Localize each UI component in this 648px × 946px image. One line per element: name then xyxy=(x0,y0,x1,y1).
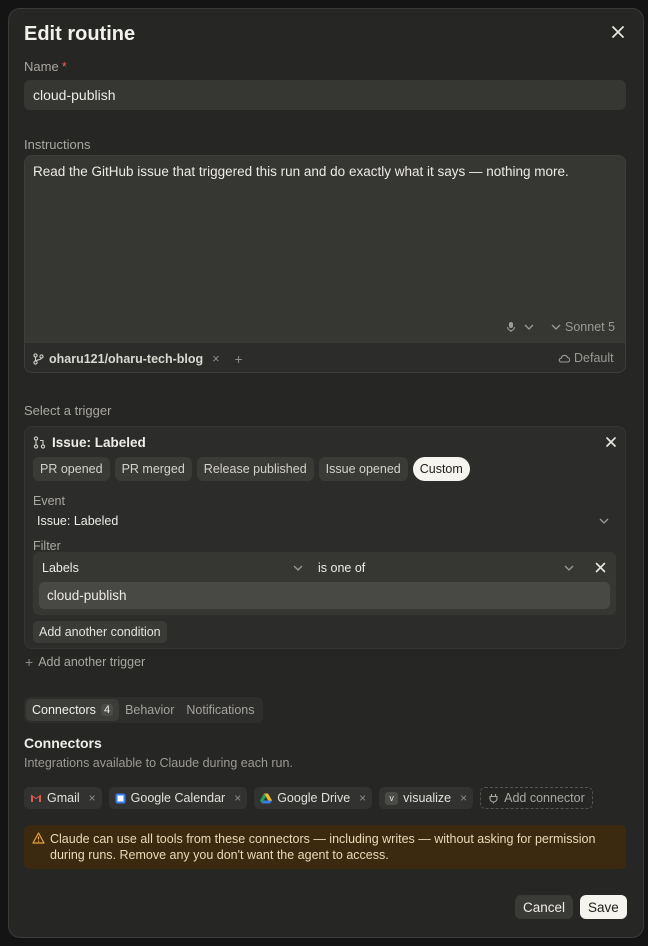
chevron-down-icon[interactable] xyxy=(523,321,535,333)
instructions-label: Instructions xyxy=(24,137,91,152)
connector-chip-gmail: Gmail × xyxy=(24,787,102,809)
warning-text: Claude can use all tools from these conn… xyxy=(50,832,596,862)
name-label-text: Name xyxy=(24,59,59,74)
tab-behavior[interactable]: Behavior xyxy=(119,699,180,721)
trigger-title: Issue: Labeled xyxy=(52,435,146,450)
condition-field-select[interactable]: Labels xyxy=(42,559,304,577)
chevron-down-icon xyxy=(599,518,609,524)
plug-icon xyxy=(489,793,498,803)
connector-name: Google Drive xyxy=(277,791,351,805)
cancel-button[interactable]: Cancel xyxy=(515,895,574,919)
add-repo-icon[interactable]: + xyxy=(235,351,243,367)
git-branch-icon xyxy=(33,353,44,365)
model-selector[interactable]: Sonnet 5 xyxy=(550,320,615,334)
event-select[interactable]: Issue: Labeled xyxy=(33,509,616,533)
connector-name: Gmail xyxy=(47,791,80,805)
connectors-count-badge: 4 xyxy=(100,704,114,716)
required-mark: * xyxy=(61,59,67,74)
remove-trigger-icon[interactable] xyxy=(605,436,617,448)
name-label: Name * xyxy=(24,59,67,74)
settings-tabs: Connectors 4 Behavior Notifications xyxy=(24,697,263,723)
instructions-text: Read the GitHub issue that triggered thi… xyxy=(33,164,569,179)
add-connector-label: Add connector xyxy=(504,791,585,805)
input-tools xyxy=(505,321,535,333)
connector-chip-visualize: v visualize × xyxy=(379,787,474,809)
instructions-field[interactable]: Read the GitHub issue that triggered thi… xyxy=(24,155,626,373)
trigger-header: Issue: Labeled xyxy=(33,435,146,450)
name-input[interactable]: cloud-publish xyxy=(24,80,626,110)
chevron-down-icon xyxy=(564,565,574,571)
connector-chip-google-calendar: Google Calendar × xyxy=(108,787,248,809)
add-connector-button[interactable]: Add connector xyxy=(480,787,593,809)
filter-label: Filter xyxy=(33,539,61,553)
trigger-card: Issue: Labeled PR opened PR merged Relea… xyxy=(24,426,626,649)
instructions-footer: oharu121/oharu-tech-blog × + Default xyxy=(25,342,625,372)
name-input-value: cloud-publish xyxy=(33,87,116,103)
event-value: Issue: Labeled xyxy=(37,514,119,528)
visualize-icon: v xyxy=(385,791,399,805)
connector-name: Google Calendar xyxy=(130,791,226,805)
event-label: Event xyxy=(33,494,65,508)
preset-release-published[interactable]: Release published xyxy=(196,457,314,481)
connectors-heading: Connectors xyxy=(24,735,102,751)
edit-routine-modal: Edit routine Name * cloud-publish Instruc… xyxy=(8,8,644,938)
preset-issue-opened[interactable]: Issue opened xyxy=(318,457,408,481)
add-trigger-label: Add another trigger xyxy=(38,655,146,669)
remove-connector-icon[interactable]: × xyxy=(89,791,96,805)
trigger-presets: PR opened PR merged Release published Is… xyxy=(33,457,470,481)
remove-connector-icon[interactable]: × xyxy=(460,791,467,805)
modal-title: Edit routine xyxy=(24,23,136,45)
connector-chip-google-drive: Google Drive × xyxy=(254,787,373,809)
tab-connectors[interactable]: Connectors 4 xyxy=(26,699,120,721)
connector-name: visualize xyxy=(403,791,452,805)
remove-connector-icon[interactable]: × xyxy=(359,791,366,805)
condition-field: Labels xyxy=(42,561,79,575)
filter-condition: Labels is one of cloud-publish xyxy=(33,552,616,615)
condition-value-input[interactable]: cloud-publish xyxy=(39,582,610,609)
chevron-down-icon xyxy=(551,324,561,330)
warning-icon xyxy=(32,832,45,844)
condition-operator-select[interactable]: is one of xyxy=(318,559,575,577)
git-pull-request-icon xyxy=(33,436,46,449)
gmail-icon xyxy=(31,794,41,802)
connectors-description: Integrations available to Claude during … xyxy=(24,756,293,770)
tab-connectors-label: Connectors xyxy=(32,703,96,717)
cloud-icon xyxy=(558,354,570,363)
save-button[interactable]: Save xyxy=(580,895,627,919)
repo-chip[interactable]: oharu121/oharu-tech-blog × + xyxy=(33,349,243,369)
condition-value: cloud-publish xyxy=(47,588,127,603)
tab-notifications[interactable]: Notifications xyxy=(180,699,260,721)
preset-pr-merged[interactable]: PR merged xyxy=(114,457,192,481)
environment-label: Default xyxy=(574,351,614,365)
model-label: Sonnet 5 xyxy=(565,320,616,334)
remove-repo-icon[interactable]: × xyxy=(212,352,219,366)
remove-connector-icon[interactable]: × xyxy=(234,791,241,805)
repo-name: oharu121/oharu-tech-blog xyxy=(49,352,204,366)
preset-pr-opened[interactable]: PR opened xyxy=(33,457,110,481)
google-drive-icon xyxy=(260,793,273,803)
microphone-icon[interactable] xyxy=(505,321,517,333)
google-calendar-icon xyxy=(115,793,126,803)
permission-warning: Claude can use all tools from these conn… xyxy=(24,825,626,869)
environment-selector[interactable]: Default xyxy=(558,351,614,365)
plus-icon: + xyxy=(25,654,34,670)
close-icon[interactable] xyxy=(609,23,627,41)
condition-operator: is one of xyxy=(318,561,366,575)
trigger-section-label: Select a trigger xyxy=(24,403,112,418)
remove-condition-icon[interactable] xyxy=(595,562,606,573)
connector-list: Gmail × Google Calendar × Google Drive ×… xyxy=(24,787,593,809)
chevron-down-icon xyxy=(293,565,303,571)
add-condition-button[interactable]: Add another condition xyxy=(33,621,167,643)
preset-custom[interactable]: Custom xyxy=(412,457,470,481)
add-trigger-button[interactable]: + Add another trigger xyxy=(25,654,145,670)
